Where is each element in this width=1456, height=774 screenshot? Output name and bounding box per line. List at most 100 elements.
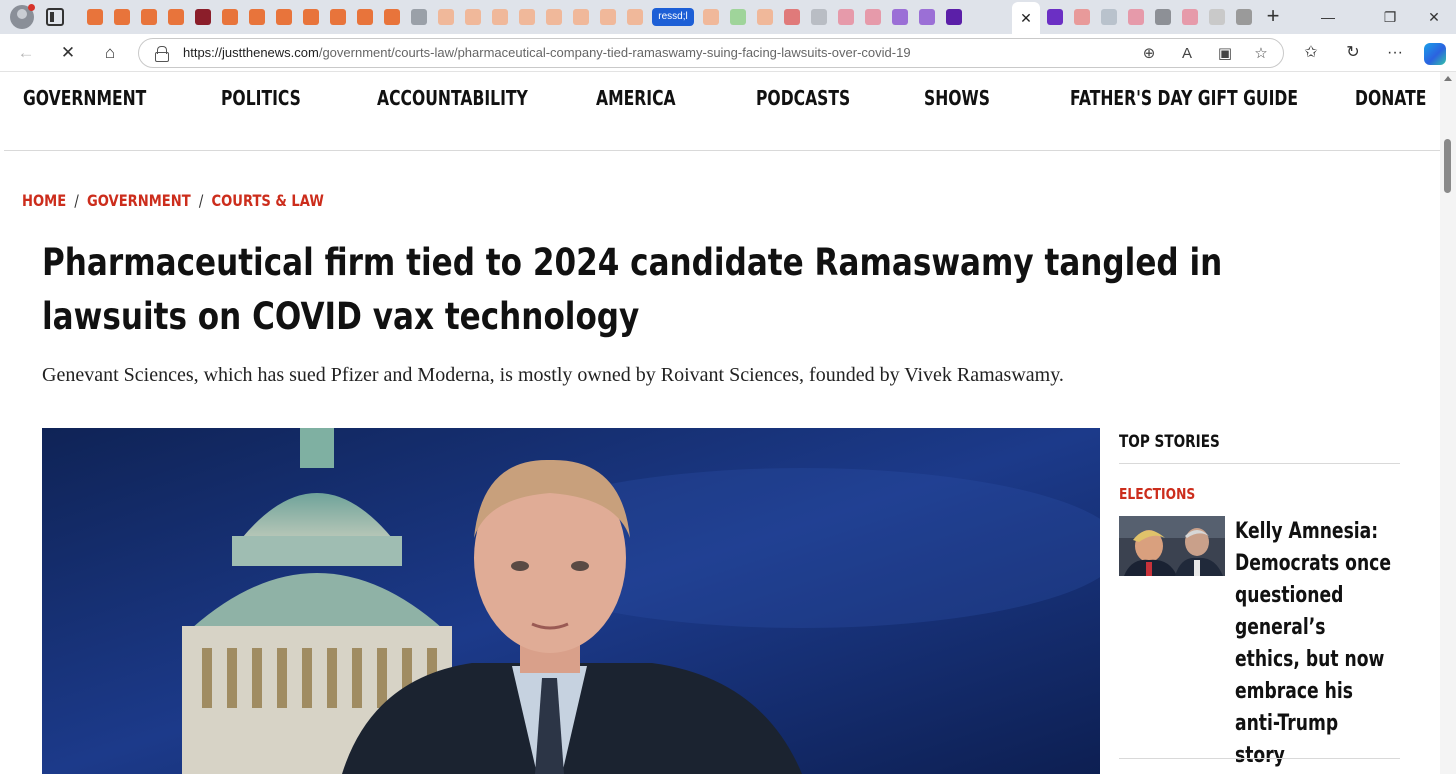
home-icon[interactable]: ⌂ — [99, 42, 121, 64]
nav-item-accountability[interactable]: ACCOUNTABILITY — [377, 86, 528, 110]
tab-favicon[interactable] — [381, 6, 403, 28]
tab-favicon[interactable] — [624, 6, 646, 28]
tab-favicon[interactable] — [1179, 6, 1201, 28]
hero-illustration — [42, 428, 1100, 774]
nav-item-fathers-day-gift-guide[interactable]: FATHER'S DAY GIFT GUIDE — [1070, 86, 1298, 110]
tab-favicon[interactable] — [543, 6, 565, 28]
tab-favicon[interactable] — [435, 6, 457, 28]
tab-favicon[interactable] — [570, 6, 592, 28]
tab-favicon[interactable] — [516, 6, 538, 28]
minimize-button[interactable]: — — [1318, 7, 1338, 27]
url-host: https://justthenews.com — [183, 45, 319, 60]
tab-favicon[interactable] — [273, 6, 295, 28]
tab-favicon[interactable] — [1071, 6, 1093, 28]
url-field[interactable]: https://justthenews.com/government/court… — [138, 38, 1284, 68]
story-title[interactable]: Kelly Amnesia: Democrats once questioned… — [1235, 516, 1391, 772]
breadcrumb-separator: / — [74, 191, 79, 210]
tab-favicon[interactable] — [727, 6, 749, 28]
profile-avatar-icon[interactable] — [10, 4, 35, 29]
story-thumbnail[interactable] — [1119, 516, 1225, 576]
tab-favicon[interactable] — [1098, 6, 1120, 28]
tab-favicon[interactable] — [219, 6, 241, 28]
web-page: GOVERNMENT POLITICS ACCOUNTABILITY AMERI… — [0, 72, 1440, 774]
tab-favicon[interactable] — [1206, 6, 1228, 28]
restore-button[interactable]: ❐ — [1380, 7, 1400, 27]
nav-item-shows[interactable]: SHOWS — [924, 86, 990, 110]
breadcrumb-government[interactable]: GOVERNMENT — [87, 191, 191, 210]
more-tabs — [1044, 6, 1255, 28]
tab-favicon[interactable] — [111, 6, 133, 28]
tab-actions-icon[interactable] — [46, 8, 64, 26]
tab-favicon[interactable] — [862, 6, 884, 28]
tab-badge[interactable]: ressd;l — [651, 6, 695, 28]
tab-favicon[interactable] — [489, 6, 511, 28]
scrollbar-thumb[interactable] — [1444, 139, 1451, 193]
address-bar-row: ← ✕ ⌂ https://justthenews.com/government… — [0, 34, 1456, 72]
browser-tab-strip: ressd;l ✕ + — ❐ ✕ — [0, 0, 1456, 34]
close-window-button[interactable]: ✕ — [1424, 7, 1444, 27]
back-arrow-icon[interactable]: ← — [15, 42, 37, 64]
tab-favicon[interactable] — [192, 6, 214, 28]
tab-favicon[interactable] — [165, 6, 187, 28]
tab-favicon[interactable] — [300, 6, 322, 28]
read-aloud-icon[interactable]: A — [1177, 44, 1197, 64]
article-dek: Genevant Sciences, which has sued Pfizer… — [42, 364, 1064, 386]
url-text[interactable]: https://justthenews.com/government/court… — [183, 45, 911, 60]
nav-item-politics[interactable]: POLITICS — [221, 86, 301, 110]
breadcrumb-home[interactable]: HOME — [22, 191, 66, 210]
zoom-icon[interactable]: ⊕ — [1139, 44, 1159, 64]
scroll-up-arrow-icon[interactable] — [1444, 76, 1452, 81]
tab-favicon[interactable] — [943, 6, 965, 28]
url-path: /government/courts-law/pharmaceutical-co… — [318, 45, 911, 60]
breadcrumb: HOME / GOVERNMENT / COURTS & LAW — [22, 191, 324, 210]
tab-favicon[interactable] — [916, 6, 938, 28]
lock-icon[interactable] — [155, 46, 169, 62]
page-scrollbar[interactable] — [1440, 72, 1456, 774]
tab-favicon[interactable] — [354, 6, 376, 28]
nav-item-donate[interactable]: DONATE — [1355, 86, 1426, 110]
favorite-star-icon[interactable]: ☆ — [1251, 44, 1271, 64]
more-icon[interactable]: ··· — [1384, 42, 1406, 64]
nav-item-government[interactable]: GOVERNMENT — [23, 86, 146, 110]
divider — [1119, 463, 1400, 464]
sidebar: TOP STORIES ELECTIONS Kelly Amnesia: Dem… — [1119, 428, 1400, 768]
nav-item-podcasts[interactable]: PODCASTS — [756, 86, 850, 110]
hero-image — [42, 428, 1100, 774]
tab-favicon[interactable] — [1152, 6, 1174, 28]
tab-favicon[interactable] — [462, 6, 484, 28]
thumbnail-illustration — [1119, 516, 1225, 576]
breadcrumb-courts-law[interactable]: COURTS & LAW — [212, 191, 324, 210]
immersive-reader-icon[interactable]: ▣ — [1215, 44, 1235, 64]
tab-favicon[interactable] — [408, 6, 430, 28]
nav-item-america[interactable]: AMERICA — [596, 86, 676, 110]
new-tab-button[interactable]: + — [1262, 5, 1284, 27]
favorites-icon[interactable]: ✩ — [1300, 42, 1322, 64]
history-icon[interactable]: ↻ — [1342, 42, 1364, 64]
tab-favicon[interactable] — [327, 6, 349, 28]
close-tab-icon[interactable]: ✕ — [1020, 10, 1032, 27]
tab-favicon[interactable] — [754, 6, 776, 28]
tab-favicon[interactable] — [84, 6, 106, 28]
tab-favicon[interactable] — [1125, 6, 1147, 28]
article-headline: Pharmaceutical firm tied to 2024 candida… — [42, 241, 1223, 338]
notification-dot — [28, 4, 35, 11]
tab-badge-label: ressd;l — [652, 8, 694, 26]
tab-favicon[interactable] — [889, 6, 911, 28]
breadcrumb-separator: / — [198, 191, 204, 210]
tab-favicon[interactable] — [808, 6, 830, 28]
tab-favicon[interactable] — [246, 6, 268, 28]
tab-favicon[interactable] — [138, 6, 160, 28]
site-navigation: GOVERNMENT POLITICS ACCOUNTABILITY AMERI… — [4, 72, 1440, 151]
tab-favicon[interactable] — [700, 6, 722, 28]
top-stories-heading: TOP STORIES — [1119, 432, 1220, 452]
tab-favicon[interactable] — [1233, 6, 1255, 28]
copilot-icon[interactable] — [1424, 43, 1446, 65]
active-tab[interactable]: ✕ — [1012, 2, 1040, 34]
stop-loading-icon[interactable]: ✕ — [57, 42, 79, 64]
story-category-elections[interactable]: ELECTIONS — [1119, 485, 1195, 503]
tab-favicon[interactable] — [781, 6, 803, 28]
tab-favicon[interactable] — [835, 6, 857, 28]
divider — [1119, 758, 1400, 759]
tab-favicon[interactable] — [1044, 6, 1066, 28]
tab-favicon[interactable] — [597, 6, 619, 28]
